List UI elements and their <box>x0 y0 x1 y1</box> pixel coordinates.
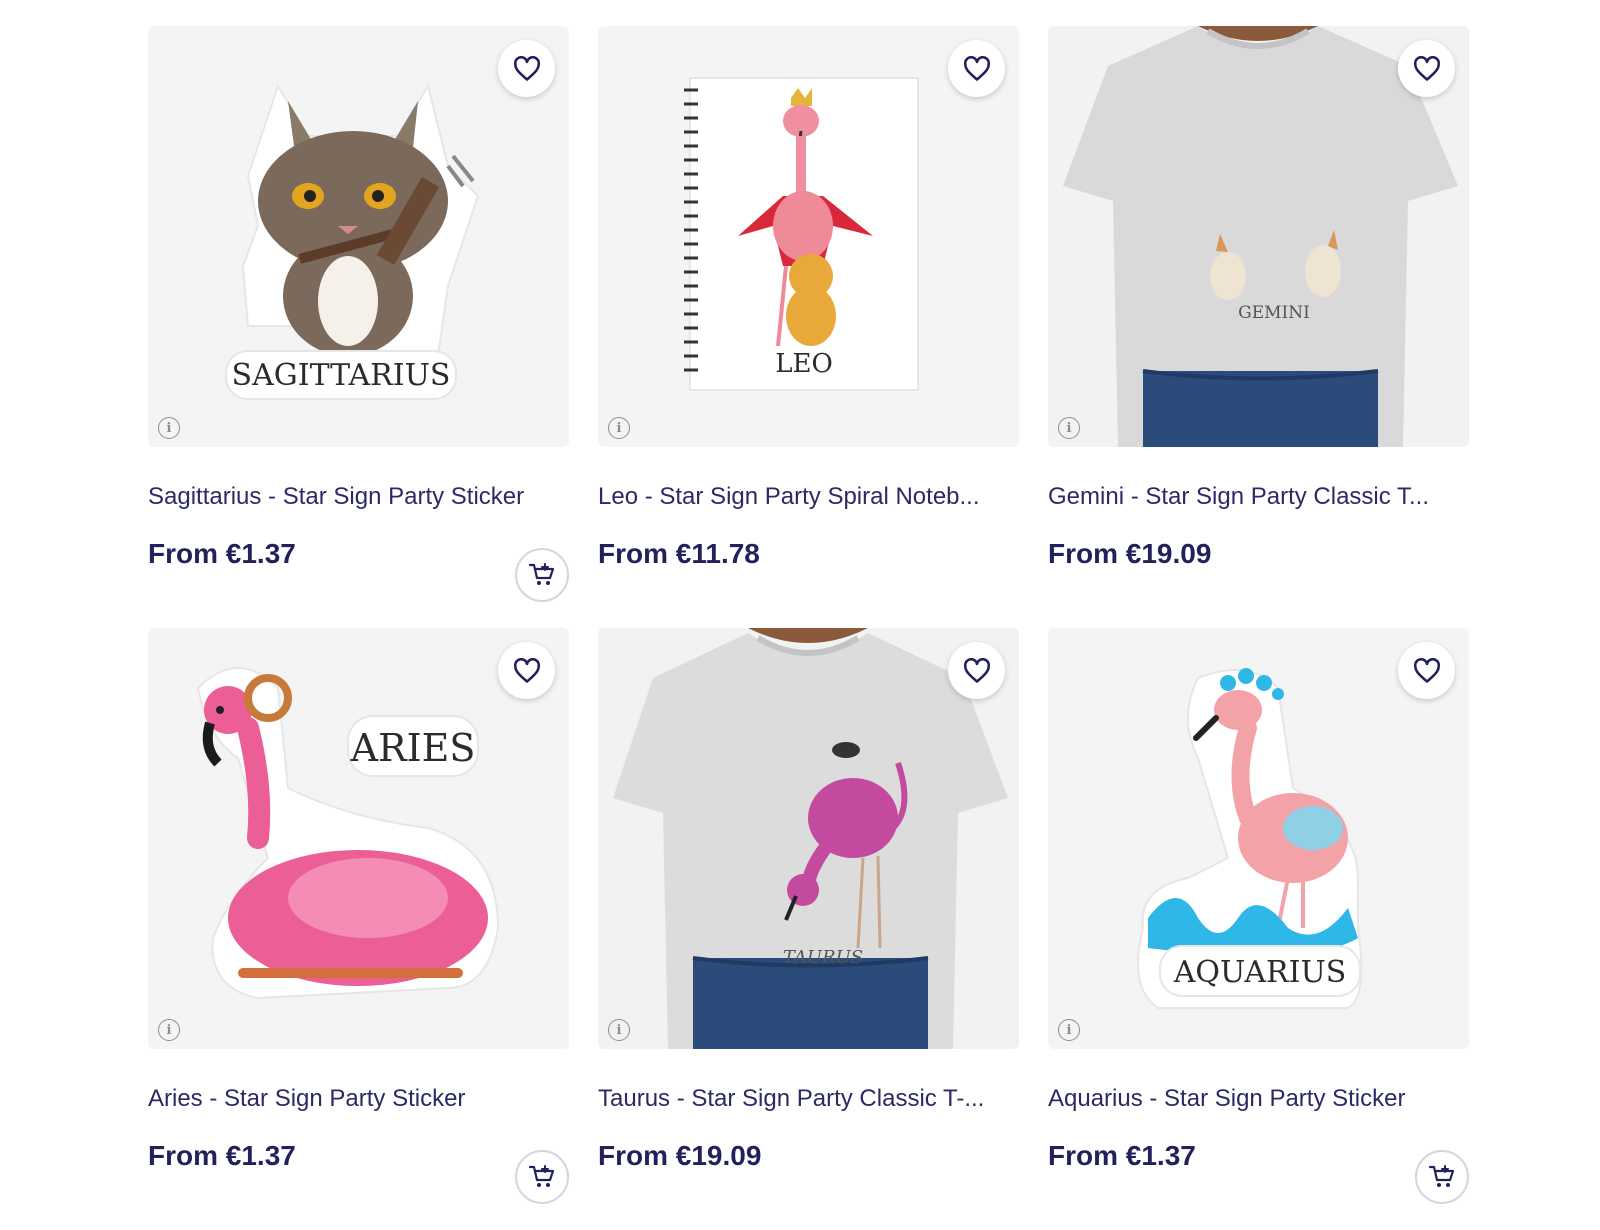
add-to-cart-button[interactable] <box>515 1150 569 1204</box>
taurus-tshirt-image: TAURUS <box>598 628 1019 1049</box>
gemini-tshirt-image: GEMINI <box>1048 26 1469 447</box>
product-card[interactable]: GEMINI i Gemini - Star Sign Party Classi… <box>1048 26 1469 628</box>
sticker-caption: ARIES <box>350 726 476 770</box>
product-card[interactable]: TAURUS i Taurus - Star Sign Party Classi… <box>598 628 1019 1230</box>
info-icon[interactable]: i <box>1058 1019 1080 1041</box>
info-icon[interactable]: i <box>608 417 630 439</box>
notebook-caption: LEO <box>775 349 833 379</box>
product-price: From €1.37 <box>1048 1140 1196 1171</box>
heart-icon <box>513 55 540 81</box>
product-card[interactable]: ARIES i Aries - Star Sign Party Sticker … <box>148 628 569 1230</box>
product-image[interactable]: GEMINI i <box>1048 26 1469 447</box>
tshirt-caption: GEMINI <box>1238 303 1310 323</box>
add-to-cart-button[interactable] <box>515 548 569 602</box>
product-title[interactable]: Sagittarius - Star Sign Party Sticker <box>148 483 569 511</box>
product-price: From €1.37 <box>148 538 296 569</box>
product-card[interactable]: SAGITTARIUS i Sagittarius - Star Sign Pa… <box>148 26 569 628</box>
product-image[interactable]: ARIES i <box>148 628 569 1049</box>
sticker-caption: SAGITTARIUS <box>232 358 451 393</box>
favorite-button[interactable] <box>498 642 555 699</box>
product-image[interactable]: TAURUS i <box>598 628 1019 1049</box>
aries-flamingo-sticker-image: ARIES <box>196 667 500 1000</box>
heart-icon <box>963 657 990 683</box>
cart-add-icon <box>528 563 555 585</box>
tshirt-caption: TAURUS <box>783 947 863 968</box>
info-icon[interactable]: i <box>608 1019 630 1041</box>
cart-add-icon <box>1428 1165 1455 1187</box>
product-title[interactable]: Aquarius - Star Sign Party Sticker <box>1048 1085 1469 1113</box>
product-card[interactable]: LEO i Leo - Star Sign Party Spiral Noteb… <box>598 26 1019 628</box>
product-price: From €19.09 <box>598 1140 762 1171</box>
product-grid: SAGITTARIUS i Sagittarius - Star Sign Pa… <box>148 26 1469 1230</box>
product-image[interactable]: SAGITTARIUS i <box>148 26 569 447</box>
favorite-button[interactable] <box>1398 642 1455 699</box>
favorite-button[interactable] <box>1398 40 1455 97</box>
product-price: From €19.09 <box>1048 538 1212 569</box>
info-icon[interactable]: i <box>1058 417 1080 439</box>
sagittarius-cat-sticker-image: SAGITTARIUS <box>225 83 480 400</box>
add-to-cart-button[interactable] <box>1415 1150 1469 1204</box>
heart-icon <box>963 55 990 81</box>
sticker-caption: AQUARIUS <box>1173 955 1347 990</box>
product-image[interactable]: AQUARIUS i <box>1048 628 1469 1049</box>
heart-icon <box>1413 55 1440 81</box>
cart-add-icon <box>528 1165 555 1187</box>
product-title[interactable]: Aries - Star Sign Party Sticker <box>148 1085 569 1113</box>
favorite-button[interactable] <box>498 40 555 97</box>
product-card[interactable]: AQUARIUS i Aquarius - Star Sign Party St… <box>1048 628 1469 1230</box>
product-title[interactable]: Leo - Star Sign Party Spiral Noteb... <box>598 483 1019 511</box>
product-image[interactable]: LEO i <box>598 26 1019 447</box>
heart-icon <box>513 657 540 683</box>
leo-notebook-image: LEO <box>684 77 919 391</box>
product-price: From €1.37 <box>148 1140 296 1171</box>
product-title[interactable]: Taurus - Star Sign Party Classic T-... <box>598 1085 1019 1113</box>
info-icon[interactable]: i <box>158 1019 180 1041</box>
favorite-button[interactable] <box>948 40 1005 97</box>
aquarius-flamingo-sticker-image: AQUARIUS <box>1137 668 1363 1009</box>
product-price: From €11.78 <box>598 538 760 569</box>
favorite-button[interactable] <box>948 642 1005 699</box>
product-title[interactable]: Gemini - Star Sign Party Classic T... <box>1048 483 1469 511</box>
info-icon[interactable]: i <box>158 417 180 439</box>
heart-icon <box>1413 657 1440 683</box>
